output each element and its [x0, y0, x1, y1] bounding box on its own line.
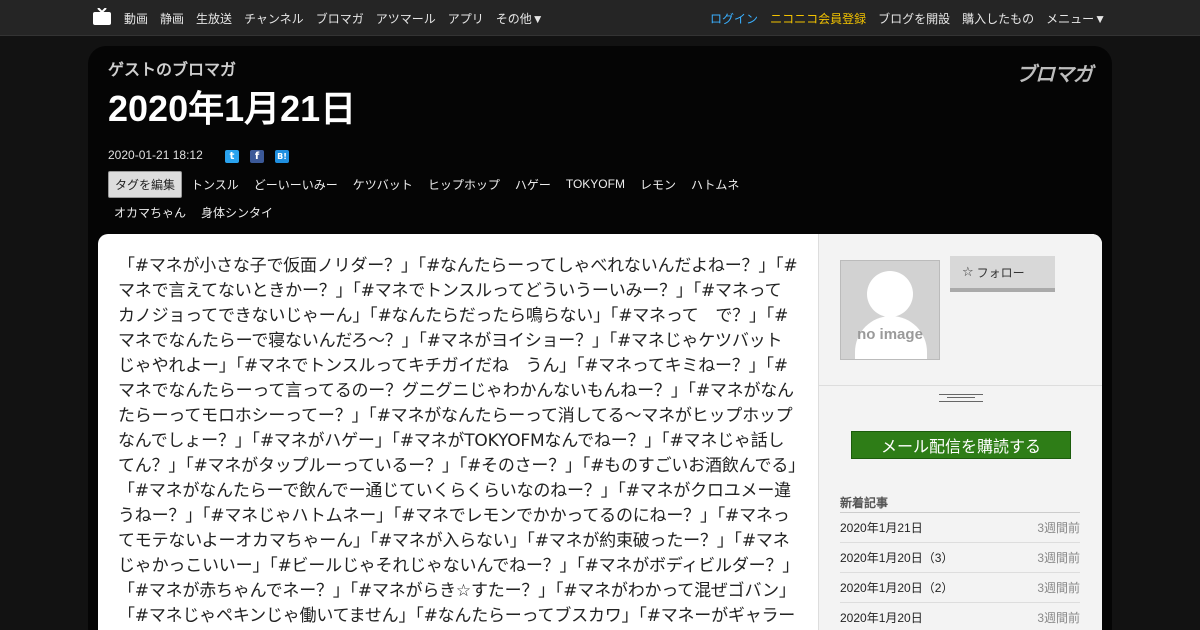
register-link[interactable]: ニコニコ会員登録 [770, 10, 866, 27]
recent-post-age: 3週間前 [1037, 581, 1080, 595]
article-title: 2020年1月21日 [108, 88, 357, 129]
sidebar: no image ☆ フォロー メール配信を購読する 新着記事 2020年1月2… [818, 234, 1102, 630]
tag-row: タグを編集 トンスル どーいーいみー ケツバット ヒップホップ ハゲー TOKY… [108, 170, 808, 198]
nav-link-atsumaru[interactable]: アツマール [376, 10, 436, 27]
list-item[interactable]: 2020年1月20日（2） 3週間前 [840, 573, 1080, 603]
post-date: 2020-01-21 18:12 [108, 148, 203, 162]
purchased-link[interactable]: 購入したもの [962, 10, 1034, 27]
tag-link[interactable]: ハトムネ [691, 176, 739, 193]
nav-link-seiga[interactable]: 静画 [160, 10, 184, 27]
tag-row: オカマちゃん 身体シンタイ [108, 200, 808, 224]
recent-posts-list: 2020年1月21日 3週間前 2020年1月20日（3） 3週間前 2020年… [840, 512, 1080, 630]
open-blog-link[interactable]: ブログを開設 [878, 10, 950, 27]
tag-link[interactable]: ヒップホップ [428, 176, 500, 193]
nav-link-channel[interactable]: チャンネル [244, 10, 304, 27]
facebook-icon[interactable]: f [250, 150, 264, 163]
tag-link[interactable]: レモン [640, 176, 676, 193]
profile-box: no image ☆ フォロー [819, 234, 1102, 386]
nav-link-more[interactable]: その他▼ [496, 10, 544, 27]
global-nav: 動画 静画 生放送 チャンネル ブロマガ アツマール アプリ その他▼ ログイン… [0, 0, 1200, 36]
list-item[interactable]: 2020年1月20日 3週間前 [840, 603, 1080, 630]
recent-post-age: 3週間前 [1037, 521, 1080, 535]
account-links: ログイン ニコニコ会員登録 ブログを開設 購入したもの メニュー▼ [698, 0, 1106, 36]
hatena-bookmark-icon[interactable]: B! [275, 150, 289, 163]
tag-link[interactable]: ケツバット [353, 176, 413, 193]
avatar-head-shape [867, 271, 913, 317]
recent-post-age: 3週間前 [1037, 611, 1080, 625]
recent-post-title[interactable]: 2020年1月20日 [840, 609, 923, 626]
blomaga-logo[interactable]: ブロマガ [1016, 58, 1093, 87]
login-link[interactable]: ログイン [710, 10, 758, 27]
blog-name[interactable]: ゲストのブロマガ [108, 56, 236, 80]
no-image-label: no image [857, 326, 923, 343]
star-icon: ☆ [962, 264, 974, 279]
nav-link-app[interactable]: アプリ [448, 10, 484, 27]
edit-tags-button[interactable]: タグを編集 [108, 170, 183, 198]
recent-post-title[interactable]: 2020年1月20日（3） [840, 549, 953, 566]
menu-dropdown[interactable]: メニュー▼ [1046, 10, 1106, 27]
follow-label: フォロー [976, 265, 1025, 280]
recent-post-age: 3週間前 [1037, 551, 1080, 565]
tag-link[interactable]: オカマちゃん [114, 204, 186, 221]
recent-post-title[interactable]: 2020年1月20日（2） [840, 579, 953, 596]
tag-list: タグを編集 トンスル どーいーいみー ケツバット ヒップホップ ハゲー TOKY… [108, 170, 808, 228]
article-body: 「#マネが小さな子で仮面ノリダー？」「#なんたらーってしゃべれないんだよねー？」… [118, 256, 798, 626]
nav-link-video[interactable]: 動画 [124, 10, 148, 27]
nav-link-blomaga[interactable]: ブロマガ [316, 10, 364, 27]
tag-link[interactable]: トンスル [191, 176, 239, 193]
twitter-icon[interactable]: t [225, 150, 239, 163]
collapse-handle[interactable] [939, 394, 983, 402]
niconico-tv-icon[interactable] [93, 8, 111, 25]
tag-link[interactable]: どーいーいみー [254, 176, 338, 193]
tag-link[interactable]: 身体シンタイ [201, 204, 273, 221]
recent-posts-heading: 新着記事 [840, 496, 889, 510]
recent-post-title[interactable]: 2020年1月21日 [840, 519, 923, 536]
tag-link[interactable]: ハゲー [515, 176, 551, 193]
tag-link[interactable]: TOKYOFM [566, 177, 625, 191]
content-card: 「#マネが小さな子で仮面ノリダー？」「#なんたらーってしゃべれないんだよねー？」… [98, 234, 1102, 630]
avatar[interactable]: no image [840, 260, 940, 360]
subscribe-button[interactable]: メール配信を購読する [851, 431, 1071, 459]
share-buttons: t f B! [225, 150, 289, 163]
follow-button[interactable]: ☆ フォロー [950, 256, 1055, 292]
nav-link-live[interactable]: 生放送 [196, 10, 232, 27]
service-links: 動画 静画 生放送 チャンネル ブロマガ アツマール アプリ その他▼ [124, 0, 556, 36]
list-item[interactable]: 2020年1月21日 3週間前 [840, 513, 1080, 543]
list-item[interactable]: 2020年1月20日（3） 3週間前 [840, 543, 1080, 573]
